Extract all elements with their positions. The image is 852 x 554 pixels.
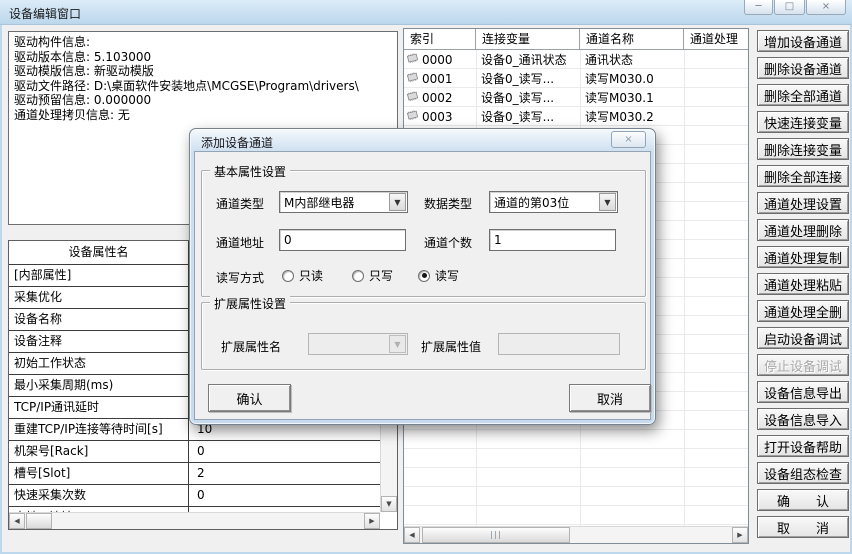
title-bar: 设备编辑窗口 [0, 0, 852, 25]
action-button-column: 增加设备通道 删除设备通道 删除全部通道 快速连接变量 删除连接变量 删除全部连… [757, 30, 849, 538]
radio-icon [352, 270, 364, 282]
stop-device-debug-button: 停止设备调试 [757, 354, 849, 376]
dialog-cancel-button[interactable]: 取消 [569, 384, 651, 412]
table-row[interactable]: 快速采集次数0 [9, 485, 380, 507]
window-title: 设备编辑窗口 [9, 5, 81, 22]
channel-address-label: 通道地址 [216, 234, 264, 251]
delete-all-channels-button[interactable]: 删除全部通道 [757, 84, 849, 106]
scrollbar-grip [491, 531, 502, 539]
radio-read-only[interactable]: 只读 [282, 267, 323, 284]
rw-mode-label: 读写方式 [216, 269, 264, 286]
column-header-process: 通道处理 [684, 29, 748, 49]
minimize-button[interactable]: ─ [744, 0, 773, 15]
channel-table-header: 索引 连接变量 通道名称 通道处理 [404, 29, 748, 50]
channel-count-input[interactable] [489, 229, 616, 251]
data-type-label: 数据类型 [424, 195, 472, 212]
radio-write-only[interactable]: 只写 [352, 267, 393, 284]
dialog-close-icon[interactable]: × [611, 131, 646, 148]
driver-info-line: 驱动模版信息: 新驱动模版 [14, 64, 392, 79]
group-title: 基本属性设置 [210, 163, 290, 180]
driver-info-line: 驱动版本信息: 5.103000 [14, 50, 392, 65]
table-row[interactable]: 0002 设备0_读写... 读写M030.1 [404, 88, 748, 107]
driver-info-line: 驱动文件路径: D:\桌面软件安装地点\MCGSE\Program\driver… [14, 79, 392, 94]
dialog-confirm-button[interactable]: 确认 [208, 384, 291, 412]
chip-icon [406, 91, 419, 105]
cancel-button[interactable]: 取 消 [757, 516, 849, 538]
channel-process-delete-button[interactable]: 通道处理删除 [757, 219, 849, 241]
column-header-channel-name: 通道名称 [580, 29, 684, 49]
ext-property-name-select: ▼ [308, 333, 408, 355]
horizontal-scrollbar[interactable]: ◀ ▶ [9, 512, 380, 529]
chevron-down-icon[interactable]: ▼ [599, 193, 616, 211]
channel-type-select[interactable]: M内部继电器 ▼ [279, 191, 408, 213]
column-divider [684, 50, 685, 526]
close-button[interactable]: × [806, 0, 846, 15]
channel-count-label: 通道个数 [424, 234, 472, 251]
dialog-title: 添加设备通道 [201, 134, 273, 151]
horizontal-scrollbar[interactable]: ◀ ▶ [404, 526, 748, 543]
dialog-body: 基本属性设置 通道类型 M内部继电器 ▼ 数据类型 通道的第03位 ▼ 通道地址… [194, 151, 651, 420]
radio-icon [282, 270, 294, 282]
driver-info-line: 驱动构件信息: [14, 35, 392, 50]
chip-icon [406, 53, 419, 67]
data-type-select[interactable]: 通道的第03位 ▼ [489, 191, 618, 213]
scroll-right-icon[interactable]: ▶ [364, 513, 380, 529]
chevron-down-icon[interactable]: ▼ [389, 193, 406, 211]
start-device-debug-button[interactable]: 启动设备调试 [757, 327, 849, 349]
channel-process-set-button[interactable]: 通道处理设置 [757, 192, 849, 214]
add-device-channel-dialog: 添加设备通道 × 基本属性设置 通道类型 M内部继电器 ▼ 数据类型 通道的第0… [189, 128, 656, 425]
chevron-down-icon: ▼ [389, 335, 406, 353]
chip-icon [406, 110, 419, 124]
open-device-help-button[interactable]: 打开设备帮助 [757, 435, 849, 457]
scrollbar-thumb[interactable] [422, 527, 570, 543]
column-header-index: 索引 [404, 29, 476, 49]
column-header-variable: 连接变量 [476, 29, 580, 49]
scroll-left-icon[interactable]: ◀ [404, 527, 420, 543]
table-row[interactable]: 0000 设备0_通讯状态 通讯状态 [404, 50, 748, 69]
delete-device-channel-button[interactable]: 删除设备通道 [757, 57, 849, 79]
column-header-property-name: 设备属性名 [9, 241, 189, 264]
scrollbar-thumb[interactable] [26, 513, 52, 529]
table-row[interactable]: 0001 设备0_读写... 读写M030.0 [404, 69, 748, 88]
channel-type-label: 通道类型 [216, 195, 264, 212]
radio-selected-icon [418, 270, 430, 282]
confirm-button[interactable]: 确 认 [757, 489, 849, 511]
delete-all-connections-button[interactable]: 删除全部连接 [757, 165, 849, 187]
radio-read-write[interactable]: 读写 [418, 267, 459, 284]
table-row[interactable]: 0003 设备0_读写... 读写M030.2 [404, 107, 748, 126]
ext-property-value-input [498, 333, 620, 355]
device-config-check-button[interactable]: 设备组态检查 [757, 462, 849, 484]
channel-process-copy-button[interactable]: 通道处理复制 [757, 246, 849, 268]
device-info-export-button[interactable]: 设备信息导出 [757, 381, 849, 403]
group-title: 扩展属性设置 [210, 295, 290, 312]
quick-connect-variable-button[interactable]: 快速连接变量 [757, 111, 849, 133]
table-row[interactable]: 槽号[Slot]2 [9, 463, 380, 485]
maximize-button[interactable]: □ [774, 0, 805, 15]
basic-properties-group: 基本属性设置 通道类型 M内部继电器 ▼ 数据类型 通道的第03位 ▼ 通道地址… [201, 170, 646, 297]
ext-property-value-label: 扩展属性值 [421, 338, 481, 355]
device-info-import-button[interactable]: 设备信息导入 [757, 408, 849, 430]
scroll-down-icon[interactable]: ▼ [381, 496, 397, 512]
channel-process-delete-all-button[interactable]: 通道处理全删 [757, 300, 849, 322]
ext-property-name-label: 扩展属性名 [221, 338, 281, 355]
channel-process-paste-button[interactable]: 通道处理粘贴 [757, 273, 849, 295]
scroll-left-icon[interactable]: ◀ [9, 513, 25, 529]
channel-address-input[interactable] [279, 229, 406, 251]
scroll-right-icon[interactable]: ▶ [732, 527, 748, 543]
delete-connect-variable-button[interactable]: 删除连接变量 [757, 138, 849, 160]
driver-info-line: 通道处理拷贝信息: 无 [14, 108, 392, 123]
driver-info-line: 驱动预留信息: 0.000000 [14, 93, 392, 108]
table-row[interactable]: 机架号[Rack]0 [9, 441, 380, 463]
add-device-channel-button[interactable]: 增加设备通道 [757, 30, 849, 52]
chip-icon [406, 72, 419, 86]
extended-properties-group: 扩展属性设置 扩展属性名 ▼ 扩展属性值 [201, 302, 646, 370]
